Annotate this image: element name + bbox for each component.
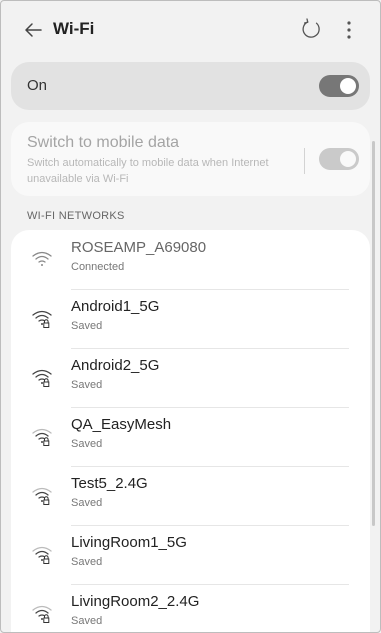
network-status: Saved [71, 320, 103, 332]
networks-section-label: WI-FI NETWORKS [27, 210, 125, 222]
network-item[interactable]: Android1_5G Saved [11, 289, 370, 349]
page-title: Wi-Fi [53, 19, 95, 38]
arrow-left-icon[interactable] [21, 18, 45, 42]
mobile-data-switch [319, 148, 359, 170]
network-name: QA_EasyMesh [71, 416, 172, 433]
network-status: Saved [71, 615, 103, 627]
network-name: LivingRoom2_2.4G [71, 593, 200, 610]
wifi-settings-screen: Wi-Fi On Switch to mobile data Switch au… [0, 0, 381, 633]
network-name: LivingRoom1_5G [71, 534, 187, 551]
network-name: Android2_5G [71, 357, 160, 374]
mobile-data-subtitle: Switch automatically to mobile data when… [27, 157, 269, 185]
network-name: ROSEAMP_A69080 [71, 239, 207, 256]
wifi-lock-icon [32, 310, 52, 328]
network-status: Saved [71, 438, 103, 450]
network-name: Android1_5G [71, 298, 160, 315]
more-vertical-icon[interactable] [342, 17, 356, 43]
mobile-data-row: Switch to mobile data Switch automatical… [11, 122, 370, 196]
mobile-data-title: Switch to mobile data [27, 134, 180, 151]
networks-list: ROSEAMP_A69080 Connected Android1_5G Saved A… [11, 230, 370, 632]
network-status: Saved [71, 379, 103, 391]
wifi-icon [32, 251, 52, 266]
network-item[interactable]: Test5_2.4G Saved [11, 466, 370, 526]
network-item[interactable]: QA_EasyMesh Saved [11, 407, 370, 467]
wifi-lock-icon [32, 546, 52, 564]
network-status: Saved [71, 497, 103, 509]
wifi-lock-icon [32, 428, 52, 446]
wifi-toggle-row[interactable]: On [11, 62, 370, 110]
network-status: Saved [71, 556, 103, 568]
network-item[interactable]: ROSEAMP_A69080 Connected [11, 230, 370, 290]
wifi-toggle-label: On [27, 77, 48, 94]
network-name: Test5_2.4G [71, 475, 148, 492]
wifi-lock-icon [32, 487, 52, 505]
refresh-icon[interactable] [299, 17, 323, 41]
network-status: Connected [71, 261, 125, 273]
scrollbar[interactable] [372, 141, 375, 526]
wifi-lock-icon [32, 605, 52, 623]
divider [304, 148, 305, 174]
network-item[interactable]: LivingRoom2_2.4G Saved [11, 584, 370, 632]
network-item[interactable]: LivingRoom1_5G Saved [11, 525, 370, 585]
network-item[interactable]: Android2_5G Saved [11, 348, 370, 408]
wifi-toggle-switch[interactable] [319, 75, 359, 97]
wifi-lock-icon [32, 369, 52, 387]
app-bar: Wi-Fi [1, 1, 380, 59]
